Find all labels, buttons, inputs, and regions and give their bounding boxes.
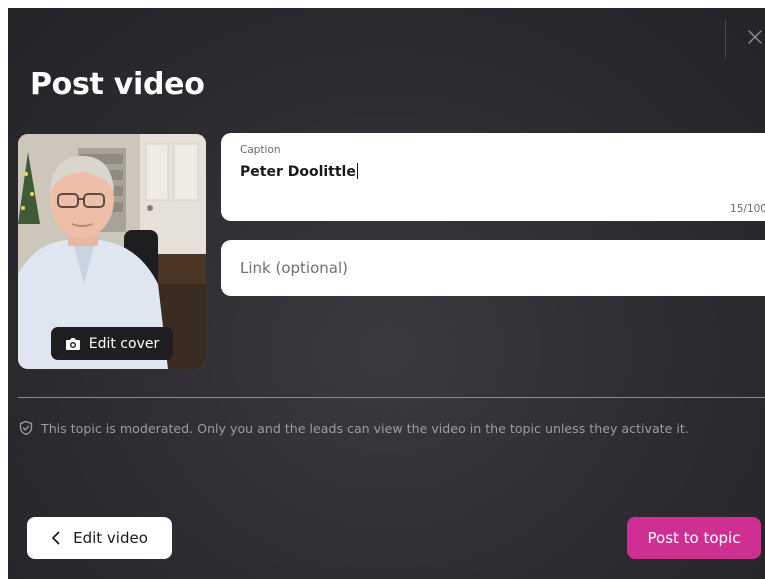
edit-video-label: Edit video	[73, 529, 148, 547]
video-cover-thumbnail: Edit cover	[18, 134, 206, 369]
link-input-placeholder: Link (optional)	[240, 259, 348, 277]
close-icon	[748, 30, 762, 44]
caption-field[interactable]: Caption Peter Doolittle 15/100	[221, 133, 765, 221]
caption-input[interactable]: Peter Doolittle	[240, 163, 358, 180]
post-to-topic-label: Post to topic	[647, 529, 741, 547]
topbar-divider	[725, 20, 726, 58]
caption-label: Caption	[240, 144, 281, 156]
text-caret	[356, 163, 358, 179]
post-to-topic-button[interactable]: Post to topic	[627, 517, 761, 559]
post-video-modal: Post video Edit cover Caption Peter Dool…	[8, 8, 765, 579]
link-field[interactable]: Link (optional)	[221, 240, 765, 296]
section-divider	[18, 397, 765, 398]
chevron-left-icon	[52, 531, 60, 545]
edit-video-button[interactable]: Edit video	[27, 517, 172, 559]
close-button[interactable]	[746, 28, 764, 46]
character-counter: 15/100	[730, 203, 765, 215]
edit-cover-button[interactable]: Edit cover	[51, 327, 173, 360]
moderation-notice-text: This topic is moderated. Only you and th…	[41, 420, 689, 436]
edit-cover-label: Edit cover	[88, 335, 160, 352]
caption-value: Peter Doolittle	[240, 164, 356, 180]
page-title: Post video	[30, 67, 205, 102]
camera-icon	[65, 337, 80, 350]
shield-check-icon	[19, 420, 33, 436]
moderation-notice: This topic is moderated. Only you and th…	[18, 420, 689, 436]
